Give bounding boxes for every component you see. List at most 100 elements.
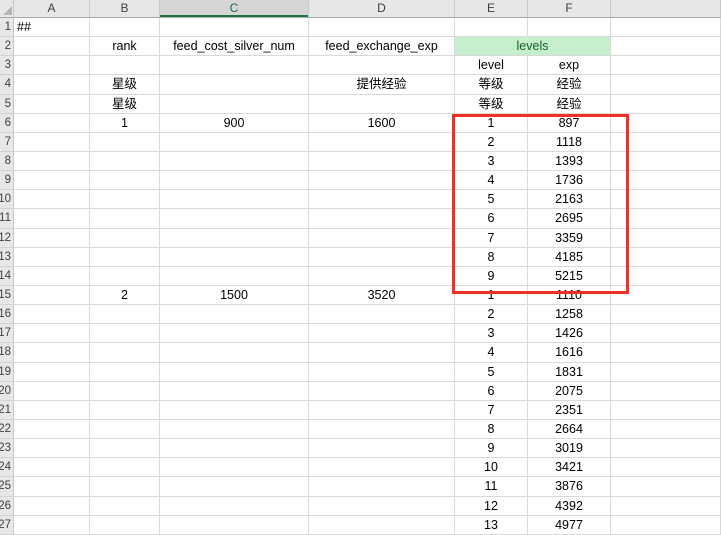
cell-B2[interactable]: rank xyxy=(90,37,160,56)
cell-D13[interactable] xyxy=(309,248,455,267)
cell-B15[interactable]: 2 xyxy=(90,286,160,305)
cell-B10[interactable] xyxy=(90,190,160,209)
cell-A19[interactable] xyxy=(14,363,90,382)
cell-A10[interactable] xyxy=(14,190,90,209)
cell-C14[interactable] xyxy=(160,267,309,286)
cell-C15[interactable]: 1500 xyxy=(160,286,309,305)
column-header-D[interactable]: D xyxy=(309,0,455,18)
row-header-15[interactable]: 15 xyxy=(0,286,14,305)
cell-B7[interactable] xyxy=(90,133,160,152)
cell-G23[interactable] xyxy=(611,439,721,458)
cell-E22[interactable]: 8 xyxy=(455,420,528,439)
cell-D26[interactable] xyxy=(309,497,455,516)
cell-G12[interactable] xyxy=(611,229,721,248)
cell-A27[interactable] xyxy=(14,516,90,535)
cell-B3[interactable] xyxy=(90,56,160,75)
cell-G27[interactable] xyxy=(611,516,721,535)
cell-G14[interactable] xyxy=(611,267,721,286)
cell-F10[interactable]: 2163 xyxy=(528,190,611,209)
row-header-2[interactable]: 2 xyxy=(0,37,14,56)
cell-A9[interactable] xyxy=(14,171,90,190)
row-header-7[interactable]: 7 xyxy=(0,133,14,152)
row-header-19[interactable]: 19 xyxy=(0,363,14,382)
cell-C25[interactable] xyxy=(160,477,309,496)
cell-F7[interactable]: 1118 xyxy=(528,133,611,152)
cell-E17[interactable]: 3 xyxy=(455,324,528,343)
cell-G22[interactable] xyxy=(611,420,721,439)
select-all-corner[interactable] xyxy=(0,0,14,18)
cell-B17[interactable] xyxy=(90,324,160,343)
cell-A24[interactable] xyxy=(14,458,90,477)
cell-C27[interactable] xyxy=(160,516,309,535)
cell-F8[interactable]: 1393 xyxy=(528,152,611,171)
cell-B19[interactable] xyxy=(90,363,160,382)
cell-A7[interactable] xyxy=(14,133,90,152)
cell-F24[interactable]: 3421 xyxy=(528,458,611,477)
cell-G24[interactable] xyxy=(611,458,721,477)
cell-D19[interactable] xyxy=(309,363,455,382)
cell-A12[interactable] xyxy=(14,229,90,248)
cell-A2[interactable] xyxy=(14,37,90,56)
cell-D15[interactable]: 3520 xyxy=(309,286,455,305)
cell-D7[interactable] xyxy=(309,133,455,152)
row-header-23[interactable]: 23 xyxy=(0,439,14,458)
row-header-27[interactable]: 27 xyxy=(0,516,14,535)
cell-C23[interactable] xyxy=(160,439,309,458)
cell-G21[interactable] xyxy=(611,401,721,420)
cell-B4[interactable]: 星级 xyxy=(90,75,160,94)
cell-F20[interactable]: 2075 xyxy=(528,382,611,401)
cell-F11[interactable]: 2695 xyxy=(528,209,611,228)
cell-B25[interactable] xyxy=(90,477,160,496)
cell-D16[interactable] xyxy=(309,305,455,324)
cell-B13[interactable] xyxy=(90,248,160,267)
cell-B16[interactable] xyxy=(90,305,160,324)
cell-E12[interactable]: 7 xyxy=(455,229,528,248)
cell-G16[interactable] xyxy=(611,305,721,324)
cell-F3[interactable]: exp xyxy=(528,56,611,75)
cell-E2[interactable]: levels xyxy=(455,37,611,56)
cell-A14[interactable] xyxy=(14,267,90,286)
row-header-8[interactable]: 8 xyxy=(0,152,14,171)
cell-D8[interactable] xyxy=(309,152,455,171)
column-header-E[interactable]: E xyxy=(455,0,528,18)
cell-G11[interactable] xyxy=(611,209,721,228)
cell-B26[interactable] xyxy=(90,497,160,516)
cell-B18[interactable] xyxy=(90,343,160,362)
cell-B27[interactable] xyxy=(90,516,160,535)
row-header-20[interactable]: 20 xyxy=(0,382,14,401)
cell-A8[interactable] xyxy=(14,152,90,171)
cell-G6[interactable] xyxy=(611,114,721,133)
cell-G3[interactable] xyxy=(611,56,721,75)
cell-G26[interactable] xyxy=(611,497,721,516)
cell-G5[interactable] xyxy=(611,95,721,114)
cell-E9[interactable]: 4 xyxy=(455,171,528,190)
cell-E16[interactable]: 2 xyxy=(455,305,528,324)
row-header-4[interactable]: 4 xyxy=(0,75,14,94)
cell-D5[interactable] xyxy=(309,95,455,114)
row-header-1[interactable]: 1 xyxy=(0,18,14,37)
cell-E8[interactable]: 3 xyxy=(455,152,528,171)
cell-G25[interactable] xyxy=(611,477,721,496)
cell-C6[interactable]: 900 xyxy=(160,114,309,133)
row-header-17[interactable]: 17 xyxy=(0,324,14,343)
cell-E15[interactable]: 1 xyxy=(455,286,528,305)
cell-A20[interactable] xyxy=(14,382,90,401)
cell-C1[interactable] xyxy=(160,18,309,37)
cell-B21[interactable] xyxy=(90,401,160,420)
row-header-11[interactable]: 11 xyxy=(0,209,14,228)
cell-F12[interactable]: 3359 xyxy=(528,229,611,248)
cell-A21[interactable] xyxy=(14,401,90,420)
cell-B9[interactable] xyxy=(90,171,160,190)
cell-D18[interactable] xyxy=(309,343,455,362)
cell-D3[interactable] xyxy=(309,56,455,75)
cell-D24[interactable] xyxy=(309,458,455,477)
cell-D22[interactable] xyxy=(309,420,455,439)
cell-D17[interactable] xyxy=(309,324,455,343)
row-header-25[interactable]: 25 xyxy=(0,477,14,496)
cell-D14[interactable] xyxy=(309,267,455,286)
cell-A22[interactable] xyxy=(14,420,90,439)
cell-F14[interactable]: 5215 xyxy=(528,267,611,286)
cell-C5[interactable] xyxy=(160,95,309,114)
cell-B20[interactable] xyxy=(90,382,160,401)
row-header-12[interactable]: 12 xyxy=(0,229,14,248)
